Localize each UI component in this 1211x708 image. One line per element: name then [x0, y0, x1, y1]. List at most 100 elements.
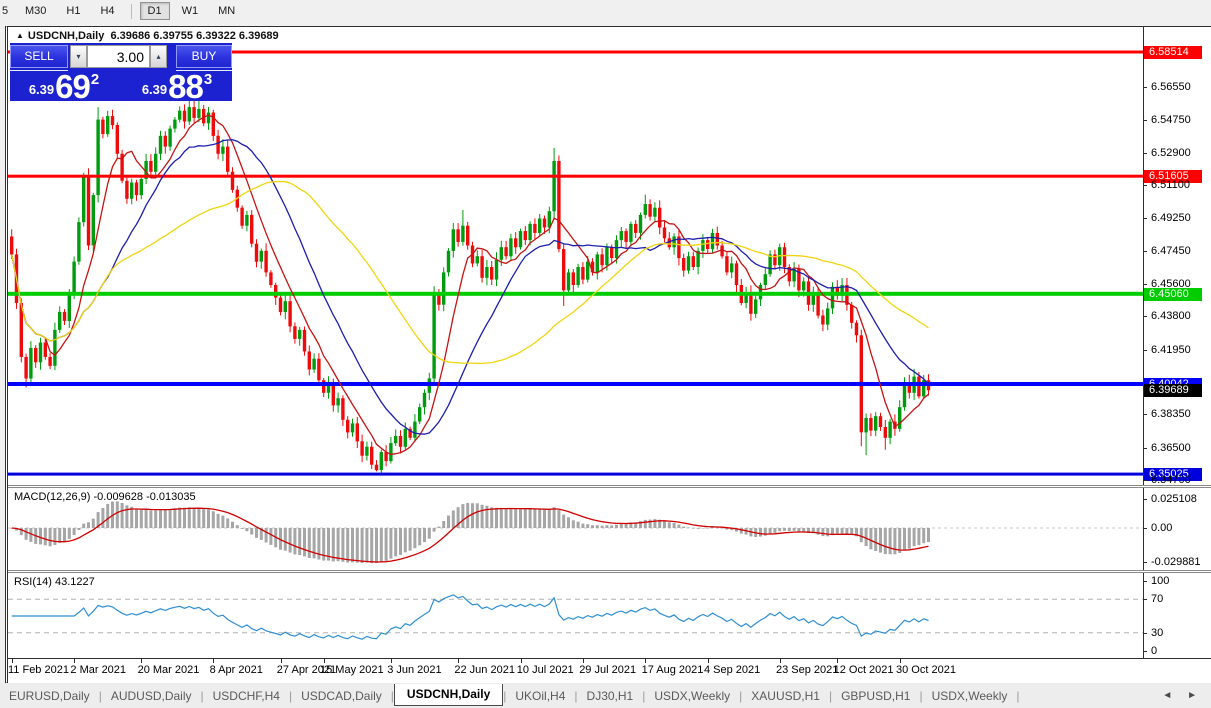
tab-scroll-arrows[interactable]: ◄ ►	[1162, 690, 1203, 701]
tab-audusd-daily[interactable]: AUDUSD,Daily	[102, 685, 201, 707]
timeframe-button-h4[interactable]: H4	[92, 2, 122, 20]
toolbar-separator	[130, 3, 132, 19]
timeframe-button-mn[interactable]: MN	[210, 2, 243, 20]
axis-label: 0	[1151, 645, 1158, 657]
chart-window: ▲ USDCNH,Daily 6.39686 6.39755 6.39322 6.…	[5, 26, 1211, 683]
date-label: 29 Jul 2021	[579, 664, 637, 676]
axis-label: 70	[1151, 593, 1164, 605]
chart-tabs-bar: EURUSD,Daily | AUDUSD,Daily | USDCHF,H4 | USDC…	[0, 683, 1211, 708]
lot-decrease-button[interactable]: ▾	[70, 45, 87, 68]
time-axis-tick	[213, 659, 215, 663]
axis-label: 6.51100	[1151, 179, 1190, 191]
pane-divider-macd[interactable]	[8, 485, 1211, 488]
date-label: 17 Aug 2021	[641, 664, 704, 676]
pane-divider-rsi[interactable]	[8, 570, 1211, 573]
timeframe-button-5[interactable]: 5	[0, 2, 13, 20]
timeframe-button-h1[interactable]: H1	[58, 2, 88, 20]
symbol-arrow-icon: ▲	[16, 31, 24, 40]
time-axis-tick	[779, 659, 781, 663]
tab-usdcnh-daily[interactable]: USDCNH,Daily	[393, 684, 504, 706]
axis-tick	[1143, 414, 1147, 415]
axis-label: 6.49250	[1151, 212, 1191, 224]
axis-tick	[1143, 120, 1147, 121]
rsi-chart[interactable]	[8, 573, 1143, 658]
date-label: 11 Feb 2021	[8, 664, 69, 676]
tab-xauusd-h1[interactable]: XAUUSD,H1	[742, 685, 829, 707]
rsi-pane[interactable]	[8, 573, 1143, 658]
chart-ohlc-values: 6.39686 6.39755 6.39322 6.39689	[110, 30, 279, 42]
chart-title: ▲ USDCNH,Daily 6.39686 6.39755 6.39322 6.…	[16, 30, 279, 42]
sell-price-small: 6.39	[28, 82, 55, 97]
tab-usdchf-h4[interactable]: USDCHF,H4	[204, 685, 289, 707]
axis-label: 6.56550	[1151, 81, 1191, 93]
tab-usdx-weekly[interactable]: USDX,Weekly	[923, 685, 1017, 707]
time-axis-tick	[323, 659, 325, 663]
price-level-label: 6.45060	[1144, 288, 1202, 301]
mt4-screen: 5 M30 H1 H4 D1 W1 MN ▲ USDCNH,Daily 6.39686 6.3…	[0, 0, 1211, 708]
buy-price-small: 6.39	[141, 82, 168, 97]
axis-tick	[1143, 316, 1147, 317]
date-label: 22 Jun 2021	[454, 664, 515, 676]
axis-tick	[1143, 581, 1147, 582]
buy-price[interactable]: 6.39 88 3	[122, 68, 232, 105]
price-axis[interactable]: 6.58514 6.56550 6.54750 6.52900 6.51605 6.511…	[1143, 27, 1211, 658]
time-axis-tick	[280, 659, 282, 663]
tab-dj30-h1[interactable]: DJ30,H1	[578, 685, 643, 707]
axis-tick	[1143, 480, 1147, 481]
sell-price[interactable]: 6.39 69 2	[10, 68, 118, 105]
tab-ukoil-h4[interactable]: UKOil,H4	[506, 685, 574, 707]
sell-price-sup: 2	[90, 71, 100, 88]
axis-label: 0.025108	[1151, 493, 1197, 505]
axis-label: 6.38350	[1151, 408, 1191, 420]
axis-label: 0.00	[1151, 522, 1173, 534]
time-axis-tick	[837, 659, 839, 663]
tab-usdcad-daily[interactable]: USDCAD,Daily	[292, 685, 391, 707]
date-label: 10 Jul 2021	[516, 664, 574, 676]
time-axis-tick	[645, 659, 647, 663]
axis-tick	[1143, 350, 1147, 351]
axis-label: 6.36500	[1151, 442, 1191, 454]
time-axis[interactable]: 11 Feb 2021 2 Mar 2021 20 Mar 2021 8 Apr 20…	[8, 658, 1211, 683]
date-label: 8 Apr 2021	[209, 664, 263, 676]
timeframe-button-m30[interactable]: M30	[17, 2, 54, 20]
timeframe-toolbar: 5 M30 H1 H4 D1 W1 MN	[0, 0, 1211, 22]
date-label: 2 Mar 2021	[70, 664, 127, 676]
buy-button[interactable]: BUY	[176, 45, 232, 68]
axis-tick	[1143, 599, 1147, 600]
tab-usdx-weekly[interactable]: USDX,Weekly	[645, 685, 739, 707]
date-label: 4 Sep 2021	[704, 664, 761, 676]
buy-price-sup: 3	[203, 71, 213, 88]
date-label: 15 May 2021	[320, 664, 384, 676]
axis-label: 100	[1151, 575, 1170, 587]
axis-tick	[1143, 528, 1147, 529]
timeframe-button-w1[interactable]: W1	[174, 2, 207, 20]
buy-price-big: 88	[168, 68, 204, 105]
one-click-trade-panel: SELL ▾ ▴ BUY 6.39692 6.39883	[10, 43, 232, 105]
date-label: 30 Oct 2021	[896, 664, 956, 676]
time-axis-tick	[707, 659, 709, 663]
sell-price-big: 69	[55, 68, 91, 105]
tab-gbpusd-h1[interactable]: GBPUSD,H1	[832, 685, 919, 707]
tab-separator: |	[1016, 688, 1020, 703]
tab-eurusd-daily[interactable]: EURUSD,Daily	[0, 685, 99, 707]
axis-label: 30	[1151, 627, 1164, 639]
axis-tick	[1143, 185, 1147, 186]
price-level-label: 6.58514	[1144, 46, 1202, 59]
rsi-label: RSI(14) 43.1227	[14, 576, 95, 588]
chart-symbol-period: USDCNH,Daily	[27, 30, 105, 42]
lot-increase-button[interactable]: ▴	[150, 45, 167, 68]
time-axis-tick	[458, 659, 460, 663]
sell-button[interactable]: SELL	[10, 45, 68, 68]
time-axis-tick	[141, 659, 143, 663]
axis-label: 6.52900	[1151, 147, 1191, 159]
lot-size-input[interactable]	[87, 45, 150, 68]
time-axis-tick	[74, 659, 76, 663]
timeframe-button-d1[interactable]: D1	[139, 2, 170, 20]
macd-label: MACD(12,26,9) -0.009628 -0.013035	[14, 491, 196, 503]
axis-label: 6.54750	[1151, 114, 1191, 126]
axis-label: 6.43800	[1151, 310, 1191, 322]
axis-tick	[1143, 448, 1147, 449]
date-label: 12 Oct 2021	[833, 664, 894, 676]
axis-tick	[1143, 153, 1147, 154]
time-axis-tick	[899, 659, 901, 663]
